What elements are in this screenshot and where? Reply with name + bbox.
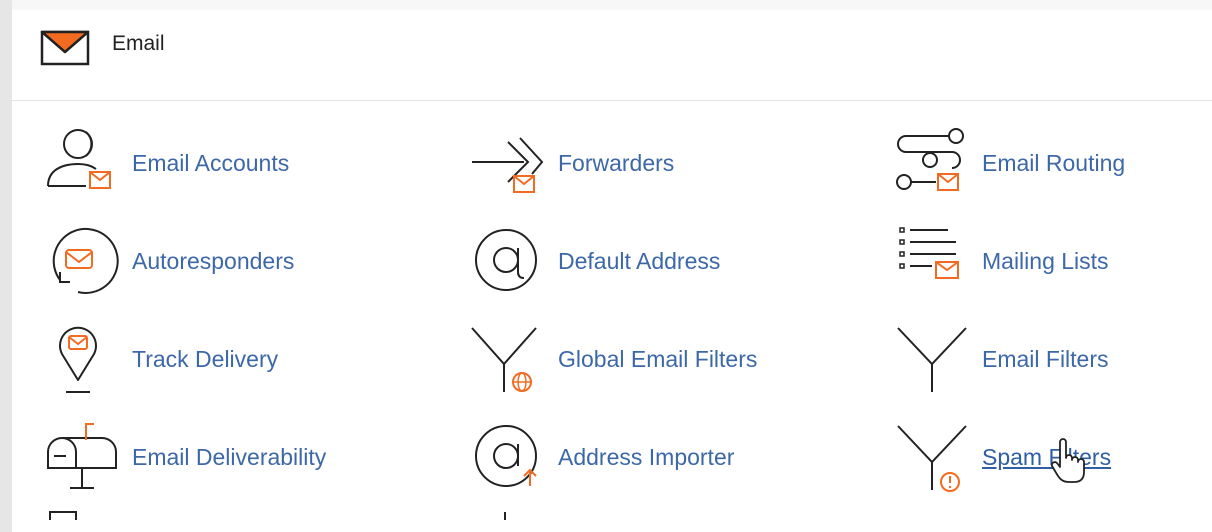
top-divider <box>12 0 1212 10</box>
tool-label[interactable]: Track Delivery <box>132 346 278 373</box>
funnel-globe-icon <box>471 327 537 392</box>
at-sign-upload-icon <box>475 425 537 487</box>
partial-row-icon <box>49 511 77 520</box>
envelope-icon <box>40 30 90 66</box>
hand-pointer-cursor-icon <box>1050 438 1085 483</box>
tool-label[interactable]: Email Deliverability <box>132 444 326 471</box>
tool-label[interactable]: Default Address <box>558 248 720 275</box>
at-sign-icon <box>475 229 537 291</box>
autoresponder-circle-icon <box>52 227 119 294</box>
email-section-panel: Email Email Accounts Forwarders Email Ro… <box>12 0 1212 532</box>
section-title: Email <box>112 32 165 55</box>
tool-email-accounts[interactable]: Email Accounts <box>42 122 442 212</box>
tool-email-deliverability[interactable]: Email Deliverability <box>42 416 442 506</box>
tool-label[interactable]: Mailing Lists <box>982 248 1109 275</box>
tool-global-email-filters[interactable]: Global Email Filters <box>468 318 868 408</box>
tool-label[interactable]: Autoresponders <box>132 248 294 275</box>
location-pin-mail-icon <box>59 326 97 393</box>
tool-label[interactable]: Email Accounts <box>132 150 289 177</box>
routing-mail-icon <box>896 128 964 191</box>
tool-label[interactable]: Forwarders <box>558 150 674 177</box>
tool-email-routing[interactable]: Email Routing <box>892 122 1212 212</box>
tool-default-address[interactable]: Default Address <box>468 220 868 310</box>
tool-autoresponders[interactable]: Autoresponders <box>42 220 442 310</box>
email-tools-grid: Email Accounts Forwarders Email Routing … <box>12 112 1212 532</box>
tool-label[interactable]: Email Routing <box>982 150 1125 177</box>
user-mail-icon <box>47 129 111 189</box>
tool-address-importer[interactable]: Address Importer <box>468 416 868 506</box>
partial-row-icon <box>504 512 506 520</box>
panel-left-border <box>0 0 12 532</box>
tool-label[interactable]: Email Filters <box>982 346 1109 373</box>
tool-email-filters[interactable]: Email Filters <box>892 318 1212 408</box>
mailbox-icon <box>47 423 117 489</box>
tool-label[interactable]: Spam Filters <box>982 444 1111 471</box>
funnel-icon <box>897 327 967 392</box>
section-header[interactable]: Email <box>12 10 1212 101</box>
list-mail-icon <box>899 227 959 279</box>
tool-label[interactable]: Global Email Filters <box>558 346 757 373</box>
forward-arrow-mail-icon <box>472 137 544 193</box>
tool-label[interactable]: Address Importer <box>558 444 734 471</box>
tool-mailing-lists[interactable]: Mailing Lists <box>892 220 1212 310</box>
tool-forwarders[interactable]: Forwarders <box>468 122 868 212</box>
funnel-warning-icon <box>897 425 967 492</box>
tool-track-delivery[interactable]: Track Delivery <box>42 318 442 408</box>
